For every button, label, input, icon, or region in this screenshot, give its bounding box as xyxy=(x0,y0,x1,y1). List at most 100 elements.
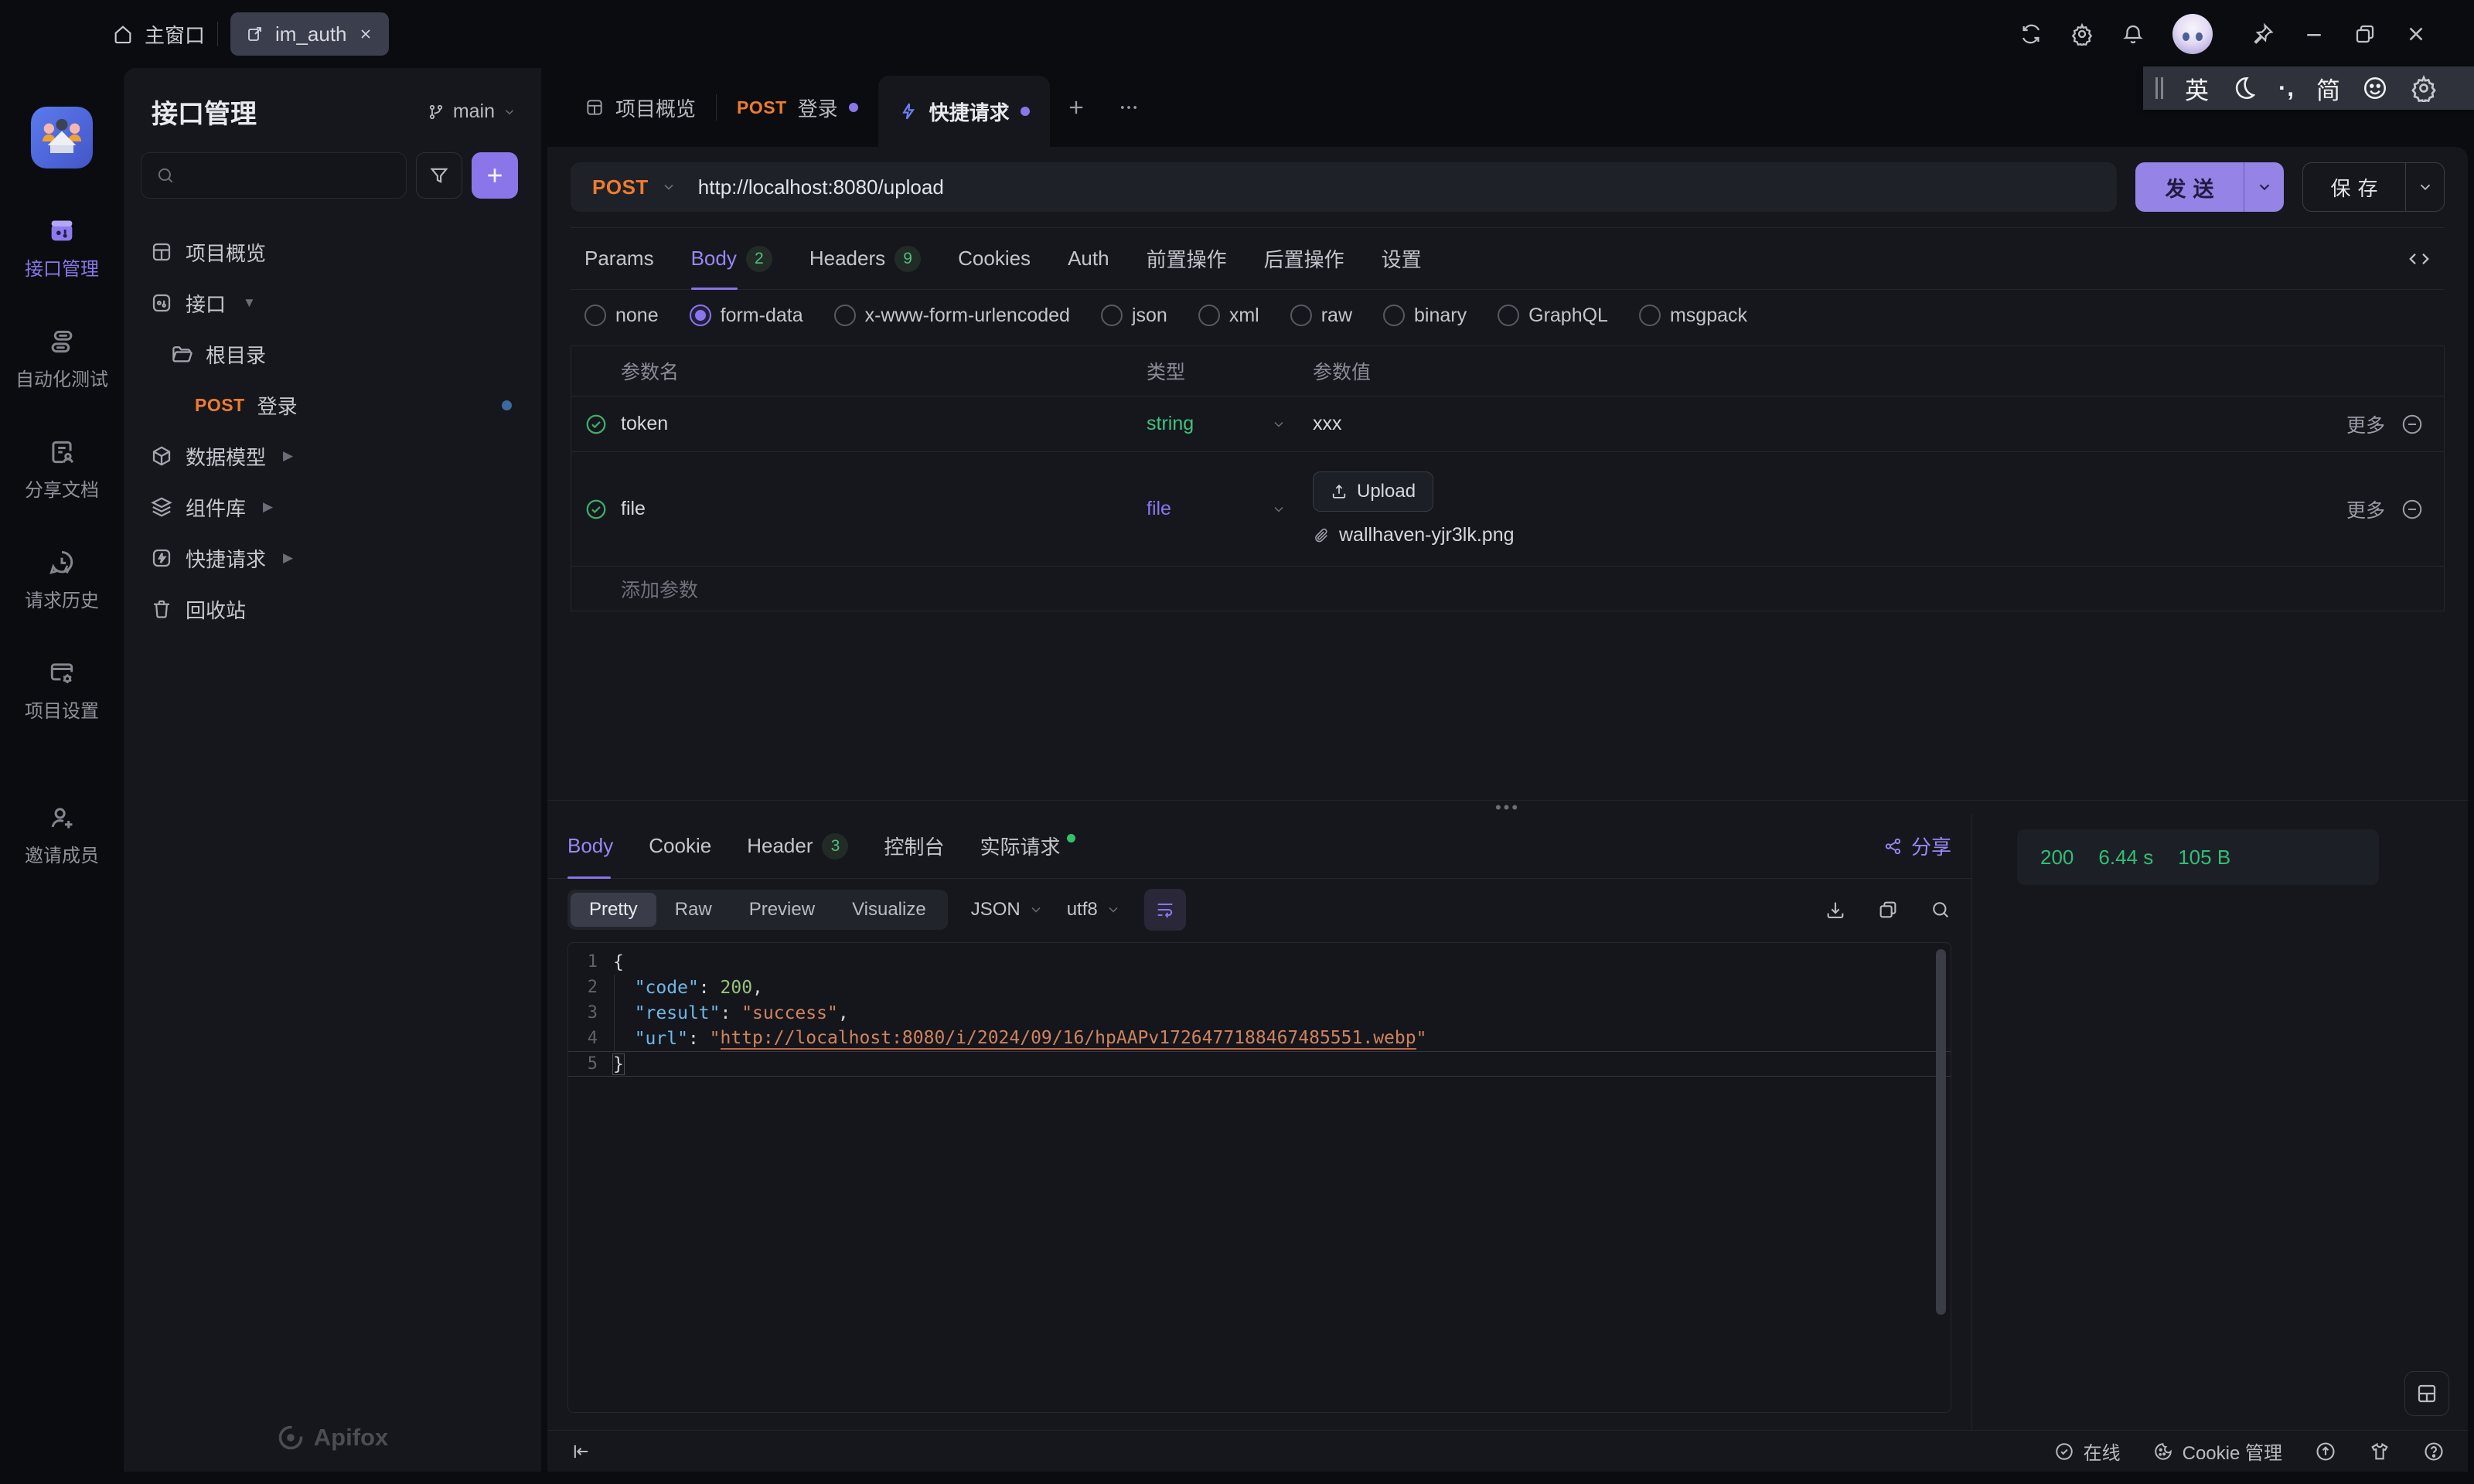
method-selector[interactable]: POST xyxy=(571,175,698,199)
tree-item-recycle-bin[interactable]: 回收站 xyxy=(124,584,541,635)
ime-drag-handle[interactable] xyxy=(2155,77,2163,99)
enabled-check-icon[interactable] xyxy=(584,413,608,436)
collapse-sidebar-icon[interactable] xyxy=(571,1441,592,1462)
response-body-editor[interactable]: 1{2 "code": 200, 3 "result": "success", 4 … xyxy=(567,942,1951,1413)
tab-post-operations[interactable]: 后置操作 xyxy=(1264,228,1344,289)
body-type-raw[interactable]: raw xyxy=(1290,305,1352,327)
caret-down-icon[interactable]: ▼ xyxy=(243,295,256,311)
response-tab-body[interactable]: Body xyxy=(567,814,613,879)
tab-pre-operations[interactable]: 前置操作 xyxy=(1147,228,1227,289)
view-mode-pretty[interactable]: Pretty xyxy=(571,893,656,927)
caret-right-icon[interactable]: ▶ xyxy=(263,499,273,515)
remove-row-icon[interactable] xyxy=(2401,413,2424,436)
remove-row-icon[interactable] xyxy=(2401,498,2424,521)
param-name[interactable]: token xyxy=(621,413,1147,435)
pane-resize-handle[interactable]: ••• xyxy=(547,798,2468,815)
filter-button[interactable] xyxy=(416,152,462,199)
search-icon[interactable] xyxy=(1930,899,1951,921)
tree-item-quick-request[interactable]: 快捷请求 ▶ xyxy=(124,533,541,584)
rail-item-request-history[interactable]: 请求历史 xyxy=(0,548,124,612)
response-tab-actual-request[interactable]: 实际请求 xyxy=(980,814,1075,878)
minimize-icon[interactable] xyxy=(2302,22,2326,46)
save-options-caret[interactable] xyxy=(2405,163,2444,211)
ime-settings-gear-icon[interactable] xyxy=(2410,74,2438,102)
tree-item-data-models[interactable]: 数据模型 ▶ xyxy=(124,431,541,482)
close-tab-icon[interactable] xyxy=(358,26,373,42)
save-button[interactable]: 保存 xyxy=(2302,162,2445,212)
ime-language-toggle[interactable]: 英 xyxy=(2185,71,2209,106)
body-type-graphql[interactable]: GraphQL xyxy=(1498,305,1608,327)
tree-item-login-api[interactable]: POST 登录 xyxy=(124,380,541,431)
doc-tab-quick-request[interactable]: 快捷请求 xyxy=(877,76,1050,147)
doc-tab-project-overview[interactable]: 项目概览 xyxy=(564,68,716,147)
ime-moon-icon[interactable] xyxy=(2230,75,2257,101)
code-line[interactable]: 5} xyxy=(568,1051,1951,1077)
doc-tab-login[interactable]: POST 登录 xyxy=(717,68,878,147)
add-param-row[interactable]: 添加参数 xyxy=(571,566,2444,611)
send-button[interactable]: 发送 xyxy=(2135,162,2284,212)
notifications-bell-icon[interactable] xyxy=(2121,22,2145,46)
tab-body[interactable]: Body 2 xyxy=(690,228,772,290)
search-field[interactable] xyxy=(183,164,406,187)
search-input[interactable] xyxy=(141,152,407,199)
body-type-binary[interactable]: binary xyxy=(1383,305,1467,327)
rail-item-project-settings[interactable]: 项目设置 xyxy=(0,659,124,723)
response-tab-header[interactable]: Header 3 xyxy=(747,814,849,878)
online-status[interactable]: 在线 xyxy=(2054,1438,2121,1465)
settings-gear-icon[interactable] xyxy=(2070,22,2094,46)
restore-window-icon[interactable] xyxy=(2353,22,2377,46)
view-mode-preview[interactable]: Preview xyxy=(731,893,833,927)
scrollbar-thumb[interactable] xyxy=(1936,949,1946,1315)
ime-simplified-toggle[interactable]: 简 xyxy=(2316,71,2340,106)
tab-auth[interactable]: Auth xyxy=(1068,228,1109,289)
help-question-icon[interactable] xyxy=(2423,1441,2445,1462)
code-line[interactable]: 3 "result": "success", xyxy=(568,1000,1951,1026)
enabled-check-icon[interactable] xyxy=(584,498,608,521)
rail-item-api-management[interactable]: 接口管理 xyxy=(0,215,124,281)
param-type-select[interactable]: string xyxy=(1147,413,1313,435)
rail-item-invite-members[interactable]: 邀请成员 xyxy=(0,803,124,867)
upload-circle-icon[interactable] xyxy=(2315,1441,2336,1462)
layout-toggle-button[interactable] xyxy=(2404,1371,2449,1416)
copy-icon[interactable] xyxy=(1877,899,1899,921)
encoding-select[interactable]: utf8 xyxy=(1067,899,1121,921)
upload-button[interactable]: Upload xyxy=(1313,471,1434,512)
main-window-button[interactable]: 主窗口 xyxy=(112,20,205,49)
refresh-icon[interactable] xyxy=(2019,22,2043,46)
caret-right-icon[interactable]: ▶ xyxy=(283,550,293,566)
body-type-x-www-form-urlencoded[interactable]: x-www-form-urlencoded xyxy=(833,305,1070,327)
new-tab-button[interactable] xyxy=(1050,97,1102,118)
user-avatar[interactable] xyxy=(2172,14,2213,54)
body-type-json[interactable]: json xyxy=(1100,305,1167,327)
param-name[interactable]: file xyxy=(621,498,1147,520)
editor-scrollbar[interactable] xyxy=(1936,949,1946,1406)
view-mode-visualize[interactable]: Visualize xyxy=(833,893,945,927)
theme-tshirt-icon[interactable] xyxy=(2369,1441,2391,1462)
response-tab-cookie[interactable]: Cookie xyxy=(649,814,711,878)
close-window-icon[interactable] xyxy=(2404,22,2428,46)
body-type-msgpack[interactable]: msgpack xyxy=(1638,305,1747,327)
pin-icon[interactable] xyxy=(2251,22,2275,46)
generate-code-icon[interactable] xyxy=(2408,247,2431,271)
ime-punctuation-toggle[interactable]: ·, xyxy=(2278,74,2295,102)
tree-item-root-folder[interactable]: 根目录 xyxy=(124,328,541,380)
project-avatar[interactable] xyxy=(31,107,93,168)
ime-emoji-icon[interactable] xyxy=(2362,75,2388,101)
download-icon[interactable] xyxy=(1825,899,1846,921)
share-button[interactable]: 分享 xyxy=(1883,832,1951,860)
attached-file[interactable]: wallhaven-yjr3lk.png xyxy=(1313,524,2320,546)
add-new-button[interactable] xyxy=(472,152,518,199)
cookie-manager[interactable]: Cookie 管理 xyxy=(2153,1438,2282,1465)
code-line[interactable]: 1{ xyxy=(568,949,1951,975)
tab-params[interactable]: Params xyxy=(584,228,654,289)
tree-item-component-library[interactable]: 组件库 ▶ xyxy=(124,482,541,533)
rail-item-share-docs[interactable]: 分享文档 xyxy=(0,437,124,502)
code-line[interactable]: 4 "url": " http://localhost:8080/i/2024/0… xyxy=(568,1026,1951,1051)
tab-cookies[interactable]: Cookies xyxy=(958,228,1031,289)
more-button[interactable]: 更多 xyxy=(2346,410,2385,438)
tab-settings[interactable]: 设置 xyxy=(1382,228,1422,289)
code-line[interactable]: 2 "code": 200, xyxy=(568,975,1951,1000)
param-type-select[interactable]: file xyxy=(1147,498,1313,520)
param-value[interactable]: xxx xyxy=(1313,413,2320,435)
body-type-form-data[interactable]: form-data xyxy=(689,305,803,327)
